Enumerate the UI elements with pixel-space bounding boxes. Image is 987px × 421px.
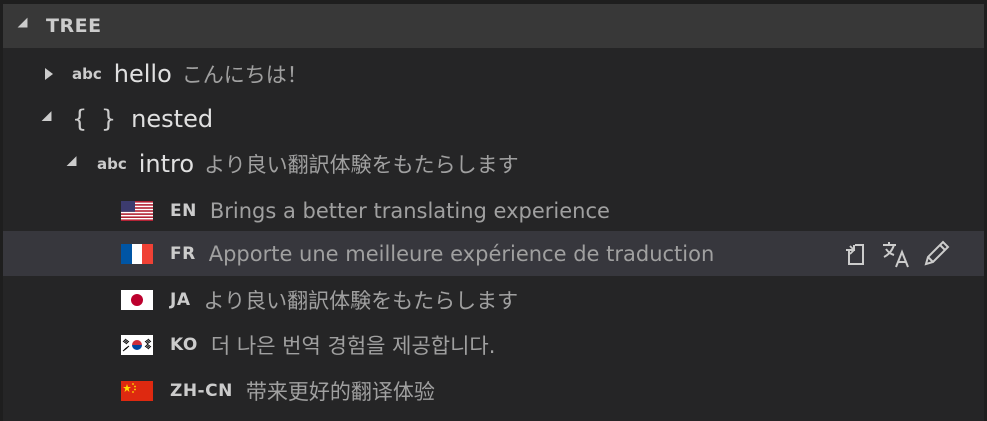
language-code: KO bbox=[170, 334, 198, 355]
item-key: intro bbox=[138, 149, 195, 178]
item-description: こんにちは！ bbox=[181, 62, 308, 87]
translation-row-ja[interactable]: JA より良い翻訳体験をもたらします bbox=[3, 277, 984, 322]
chevron-right-icon[interactable] bbox=[40, 65, 58, 83]
korea-flag-icon bbox=[121, 334, 153, 355]
row-actions bbox=[841, 231, 951, 276]
translation-text: Brings a better translating experience bbox=[209, 198, 610, 223]
tree-item-nested[interactable]: { } nested bbox=[3, 96, 984, 141]
chevron-down-icon[interactable] bbox=[65, 155, 83, 173]
language-code: JA bbox=[170, 289, 191, 310]
tree-item-hello[interactable]: abc hello こんにちは！ bbox=[3, 51, 984, 96]
section-title: TREE bbox=[46, 15, 102, 37]
translation-text: Apporte une meilleure expérience de trad… bbox=[208, 241, 715, 266]
france-flag-icon bbox=[121, 243, 153, 264]
translate-icon[interactable] bbox=[881, 239, 911, 269]
translation-text: より良い翻訳体験をもたらします bbox=[203, 288, 519, 313]
string-type-icon: abc bbox=[97, 154, 127, 173]
go-to-file-icon[interactable] bbox=[841, 239, 871, 269]
translation-row-zh-cn[interactable]: ZH-CN 带来更好的翻译体验 bbox=[3, 368, 984, 413]
object-type-icon: { } bbox=[72, 104, 120, 133]
item-key: nested bbox=[131, 104, 214, 133]
language-code: EN bbox=[170, 200, 197, 221]
china-flag-icon bbox=[121, 380, 153, 401]
item-description: より良い翻訳体験をもたらします bbox=[204, 152, 519, 177]
tree-item-intro[interactable]: abc intro より良い翻訳体験をもたらします bbox=[3, 141, 984, 186]
translation-row-ko[interactable]: KO 더 나은 번역 경험을 제공합니다. bbox=[3, 322, 984, 367]
japan-flag-icon bbox=[121, 289, 153, 310]
translation-text: 더 나은 번역 경험을 제공합니다. bbox=[210, 333, 496, 358]
translation-row-fr[interactable]: FR Apporte une meilleure expérience de t… bbox=[3, 231, 984, 276]
edit-pencil-icon[interactable] bbox=[921, 239, 951, 269]
language-code: FR bbox=[170, 243, 196, 264]
us-flag-icon bbox=[121, 200, 153, 221]
chevron-down-icon bbox=[17, 17, 33, 33]
translation-row-en[interactable]: EN Brings a better translating experienc… bbox=[3, 188, 984, 233]
item-key: hello bbox=[113, 59, 172, 88]
language-code: ZH-CN bbox=[170, 380, 233, 401]
translation-text: 带来更好的翻译体验 bbox=[245, 379, 435, 404]
chevron-down-icon[interactable] bbox=[40, 110, 58, 128]
tree-section-header[interactable]: TREE bbox=[3, 4, 984, 48]
string-type-icon: abc bbox=[72, 64, 102, 83]
